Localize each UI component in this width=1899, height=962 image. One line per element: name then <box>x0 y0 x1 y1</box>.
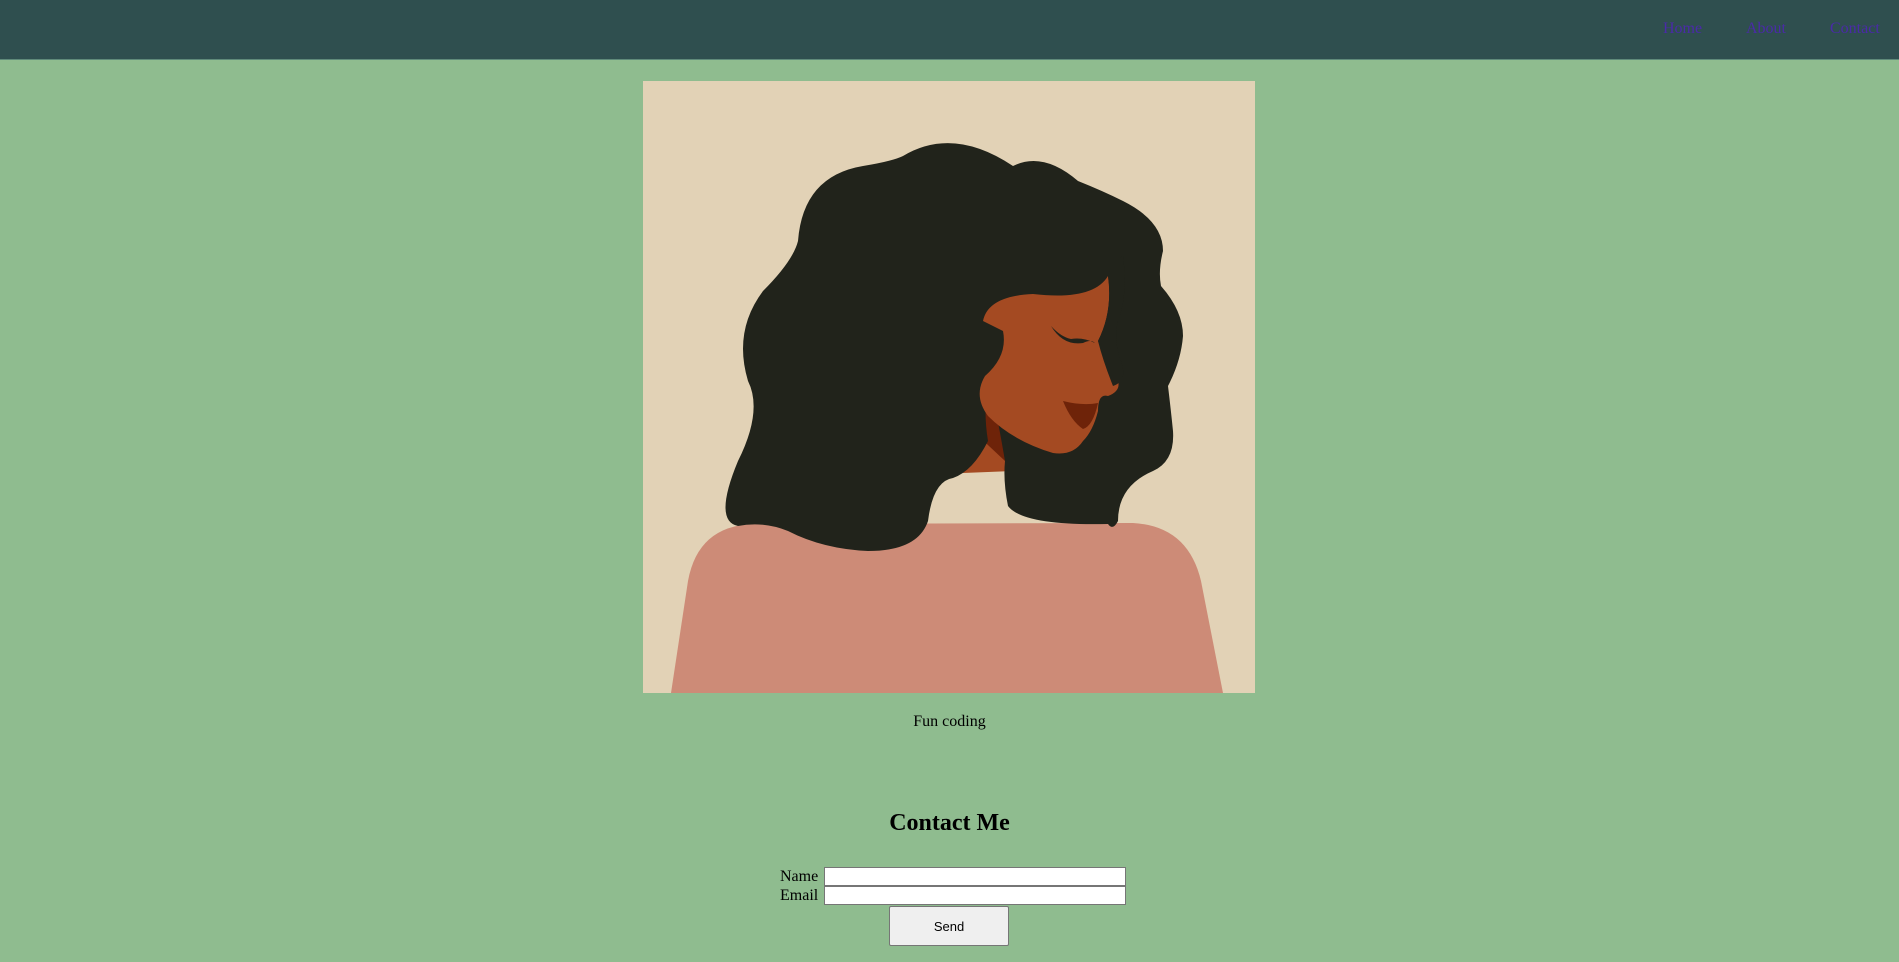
nav-link-home[interactable]: Home <box>1663 19 1702 39</box>
email-label: Email <box>780 886 819 904</box>
contact-heading: Contact Me <box>889 810 1010 836</box>
image-caption: Fun coding <box>913 713 986 730</box>
email-input[interactable] <box>824 886 1126 905</box>
shoulders <box>671 523 1223 693</box>
name-label: Name <box>780 867 819 885</box>
name-input[interactable] <box>824 867 1126 886</box>
nav-link-contact[interactable]: Contact <box>1830 19 1880 39</box>
nav-link-about[interactable]: About <box>1746 19 1786 39</box>
hero-illustration <box>643 81 1255 693</box>
email-row: Email <box>780 886 1126 905</box>
send-button[interactable]: Send <box>889 906 1009 946</box>
top-navbar: Home About Contact <box>0 0 1899 60</box>
name-row: Name <box>780 867 1126 886</box>
